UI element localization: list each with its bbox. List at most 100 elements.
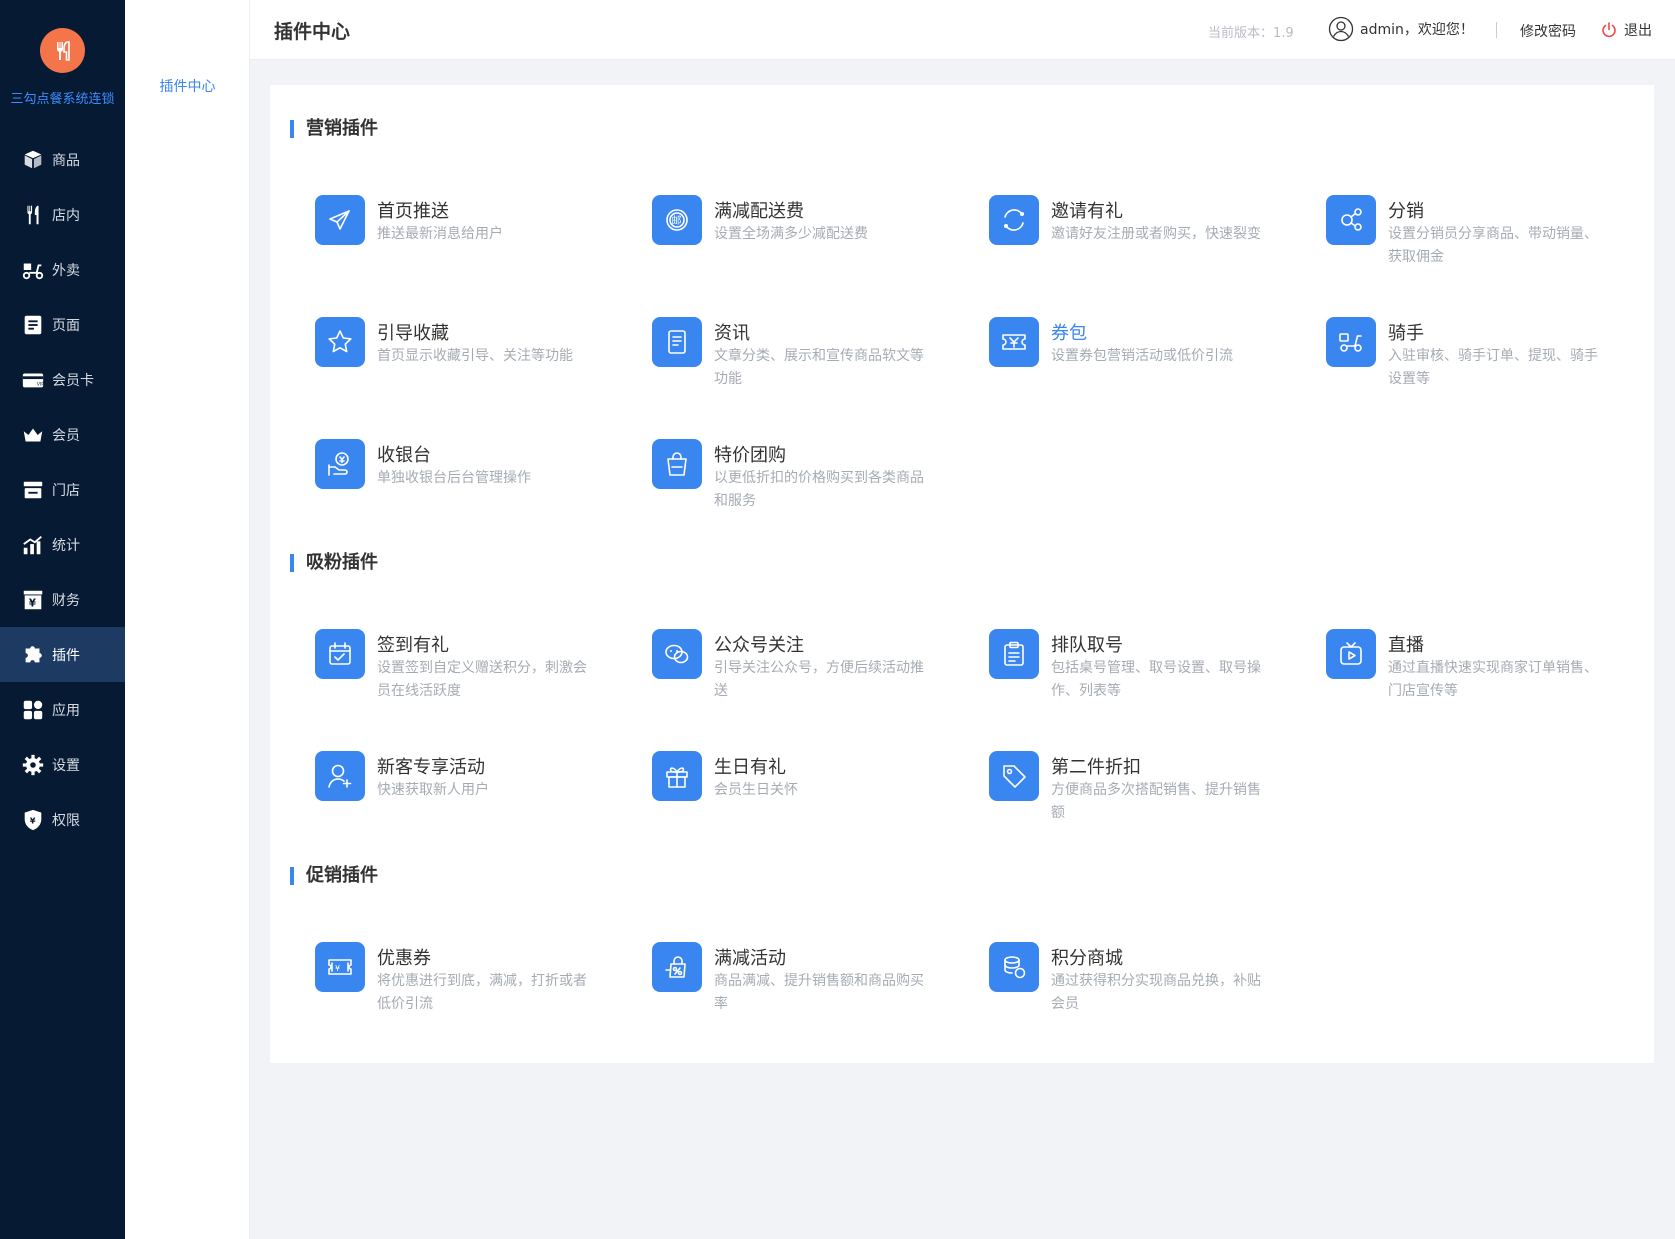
- plugin-item[interactable]: 分销设置分销员分享商品、带动销量、获取佣金: [1326, 195, 1626, 285]
- plugin-name: 资讯: [714, 323, 750, 344]
- nav-label: 外卖: [52, 262, 80, 279]
- plugin-item[interactable]: 满减活动 商品满减、提升销售额和商品购买率: [652, 942, 952, 1032]
- svg-text:VIP: VIP: [37, 381, 45, 387]
- nav-item-12[interactable]: ¥ 权限: [0, 792, 125, 847]
- sub-sidebar: 插件中心: [125, 0, 250, 1239]
- plugin-item[interactable]: 生日有礼 会员生日关怀: [652, 751, 952, 841]
- plugin-item[interactable]: 公众号关注 引导关注公众号，方便后续活动推送: [652, 629, 952, 719]
- plugin-item[interactable]: 券包设置券包营销活动或低价引流: [989, 317, 1289, 407]
- plugin-item[interactable]: 骑手入驻审核、骑手订单、提现、骑手设置等: [1326, 317, 1626, 407]
- plugin-desc: 首页显示收藏引导、关注等功能: [377, 348, 573, 364]
- nav-label: 店内: [52, 207, 80, 224]
- plugin-name: 骑手: [1388, 323, 1424, 344]
- plugin-desc: 邀请好友注册或者购买，快速裂变: [1051, 226, 1261, 242]
- plugin-desc: 推送最新消息给用户: [377, 226, 503, 242]
- version-text: 当前版本：1.9: [1208, 26, 1294, 41]
- power-icon: [1602, 22, 1616, 38]
- nav-item-8[interactable]: ¥ 财务: [0, 572, 125, 627]
- discount-icon: [652, 942, 702, 992]
- shopping-bag-icon: [652, 439, 702, 489]
- plugin-item[interactable]: 签到有礼 设置签到自定义赠送积分，刺激会员在线活跃度: [315, 629, 615, 719]
- plugin-item[interactable]: 特价团购 以更低折扣的价格购买到各类商品和服务: [652, 439, 952, 529]
- scooter-icon: [20, 257, 46, 283]
- svg-text:¥: ¥: [335, 964, 340, 973]
- nav-label: 设置: [52, 757, 80, 774]
- tag-icon: [989, 751, 1039, 801]
- user-avatar-icon: [1328, 16, 1354, 42]
- plugin-name: 券包: [1051, 323, 1087, 344]
- logo: [40, 28, 85, 73]
- nav-label: 会员: [52, 427, 80, 444]
- vip-card-icon: VIP: [20, 367, 46, 393]
- nav-item-9[interactable]: 插件: [0, 627, 125, 682]
- nav-label: 会员卡: [52, 372, 94, 389]
- nav-item-2[interactable]: 外卖: [0, 242, 125, 297]
- header-divider: [1496, 22, 1497, 38]
- box-icon: [20, 147, 46, 173]
- section-title: 吸粉插件: [290, 554, 378, 572]
- plugin-name: 首页推送: [377, 201, 449, 222]
- plugin-desc: 入驻审核、骑手订单、提现、骑手设置等: [1388, 348, 1598, 387]
- nav-item-1[interactable]: 店内: [0, 187, 125, 242]
- nav-item-3[interactable]: 页面: [0, 297, 125, 352]
- plugin-name: 优惠券: [377, 948, 431, 969]
- nav-label: 统计: [52, 537, 80, 554]
- plugin-item[interactable]: ¥ 优惠券 将优惠进行到底，满减，打折或者低价引流: [315, 942, 615, 1032]
- plugin-item[interactable]: 积分商城 通过获得积分实现商品兑换，补贴会员: [989, 942, 1289, 1032]
- gear-icon: [20, 752, 46, 778]
- section-title: 营销插件: [290, 120, 378, 138]
- plugin-desc: 设置分销员分享商品、带动销量、获取佣金: [1388, 226, 1598, 265]
- plugin-item[interactable]: 邮 满减配送费 设置全场满多少减配送费: [652, 195, 952, 285]
- plugin-desc: 设置券包营销活动或低价引流: [1051, 348, 1233, 364]
- nav-label: 财务: [52, 592, 80, 609]
- plugin-item[interactable]: 直播 通过直播快速实现商家订单销售、门店宣传等: [1326, 629, 1626, 719]
- nav-item-5[interactable]: 会员: [0, 407, 125, 462]
- plugin-item[interactable]: 引导收藏首页显示收藏引导、关注等功能: [315, 317, 615, 407]
- nav-item-0[interactable]: 商品: [0, 132, 125, 187]
- chart-icon: [20, 532, 46, 558]
- finance-icon: ¥: [20, 587, 46, 613]
- plugin-item[interactable]: 邀请有礼邀请好友注册或者购买，快速裂变: [989, 195, 1289, 285]
- nav-item-10[interactable]: 应用: [0, 682, 125, 737]
- page-icon: [20, 312, 46, 338]
- plugin-name: 分销: [1388, 201, 1424, 222]
- plugin-name: 生日有礼: [714, 757, 786, 778]
- store-icon: [20, 477, 46, 503]
- svg-text:邮: 邮: [672, 214, 682, 227]
- user-info: admin，欢迎您！: [1328, 16, 1474, 42]
- nav-item-7[interactable]: 统计: [0, 517, 125, 572]
- change-password-link[interactable]: 修改密码: [1520, 21, 1576, 41]
- logout-button[interactable]: 退出: [1600, 20, 1652, 40]
- tv-play-icon: [1326, 629, 1376, 679]
- user-plus-icon: [315, 751, 365, 801]
- mail-badge-icon: 邮: [652, 195, 702, 245]
- plugin-name: 邀请有礼: [1051, 201, 1123, 222]
- nav-label: 门店: [52, 482, 80, 499]
- plugin-item[interactable]: 新客专享活动 快速获取新人用户: [315, 751, 615, 841]
- plugin-desc: 设置签到自定义赠送积分，刺激会员在线活跃度: [377, 660, 587, 699]
- plugin-item[interactable]: 收银台 单独收银台后台管理操作: [315, 439, 615, 529]
- gift-icon: [652, 751, 702, 801]
- plugin-desc: 包括桌号管理、取号设置、取号操作、列表等: [1051, 660, 1261, 699]
- puzzle-icon: [20, 642, 46, 668]
- nav-label: 商品: [52, 152, 80, 169]
- plugin-item[interactable]: 第二件折扣 方便商品多次搭配销售、提升销售额: [989, 751, 1289, 841]
- nav-item-11[interactable]: 设置: [0, 737, 125, 792]
- calendar-check-icon: [315, 629, 365, 679]
- plugin-name: 引导收藏: [377, 323, 449, 344]
- plugin-desc: 单独收银台后台管理操作: [377, 470, 531, 486]
- apps-icon: [20, 697, 46, 723]
- crown-icon: [20, 422, 46, 448]
- nav-item-6[interactable]: 门店: [0, 462, 125, 517]
- subnav-plugin-center[interactable]: 插件中心: [125, 76, 250, 96]
- nav-item-4[interactable]: VIP 会员卡: [0, 352, 125, 407]
- wechat-icon: [652, 629, 702, 679]
- plugin-item[interactable]: 资讯 文章分类、展示和宣传商品软文等功能: [652, 317, 952, 407]
- plugin-name: 直播: [1388, 635, 1424, 656]
- shield-icon: ¥: [20, 807, 46, 833]
- plugin-item[interactable]: 排队取号 包括桌号管理、取号设置、取号操作、列表等: [989, 629, 1289, 719]
- nav-label: 插件: [52, 647, 80, 664]
- fork-knife-logo-icon: [56, 40, 70, 61]
- user-greeting: admin，欢迎您！: [1360, 22, 1474, 38]
- plugin-item[interactable]: 首页推送推送最新消息给用户: [315, 195, 615, 285]
